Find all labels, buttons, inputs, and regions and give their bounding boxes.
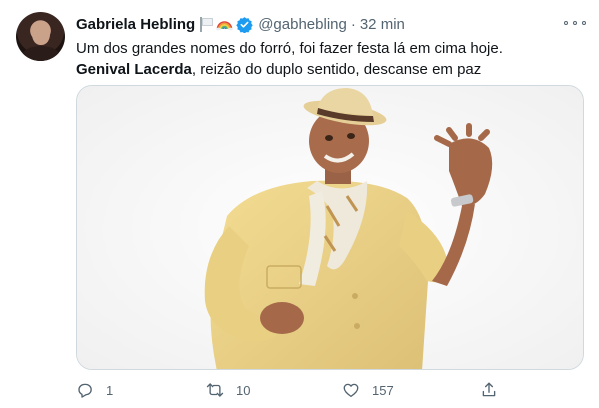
retweet-button[interactable]: 10: [206, 380, 250, 400]
heart-icon: [343, 383, 359, 398]
avatar-face: [32, 21, 50, 45]
retweet-count: 10: [236, 382, 251, 398]
more-options-icon[interactable]: [564, 14, 586, 32]
mention-bold-name: Genival Lacerda: [76, 61, 192, 78]
reply-icon: [78, 383, 92, 398]
avatar[interactable]: [16, 12, 65, 61]
share-icon: [482, 382, 496, 397]
like-button[interactable]: 157: [342, 380, 394, 400]
tweet-photo[interactable]: [76, 85, 584, 370]
tweet-actions: 1 10 157: [76, 380, 586, 400]
reply-button[interactable]: 1: [76, 380, 113, 400]
avatar-shoulders: [22, 46, 60, 61]
retweet-icon: [206, 383, 224, 397]
tweet-text: Um dos grandes nomes do forró, foi fazer…: [76, 38, 586, 80]
like-count: 157: [372, 382, 394, 398]
photo-singer-in-yellow-suit: [77, 86, 583, 369]
tweet-text-line-2: Genival Lacerda, reizão do duplo sentido…: [76, 59, 586, 80]
share-button[interactable]: [480, 380, 498, 400]
author-handle[interactable]: @gabhebling: [258, 16, 347, 33]
tweet-card[interactable]: Gabriela Hebling @gabhebling · 32 min Um…: [0, 0, 599, 408]
author-name[interactable]: Gabriela Hebling: [76, 16, 195, 33]
tweet-text-line-1: Um dos grandes nomes do forró, foi fazer…: [76, 40, 503, 57]
tweet-text-line-2-rest: , reizão do duplo sentido, descanse em p…: [191, 61, 482, 78]
rainbow-icon: [216, 21, 234, 31]
reply-count: 1: [106, 382, 114, 398]
timestamp[interactable]: 32 min: [360, 16, 405, 33]
tweet-header: Gabriela Hebling @gabhebling · 32 min: [76, 14, 405, 34]
separator-dot: ·: [350, 15, 356, 33]
verified-badge-icon: [236, 16, 253, 33]
white-flag-icon: [199, 17, 213, 32]
